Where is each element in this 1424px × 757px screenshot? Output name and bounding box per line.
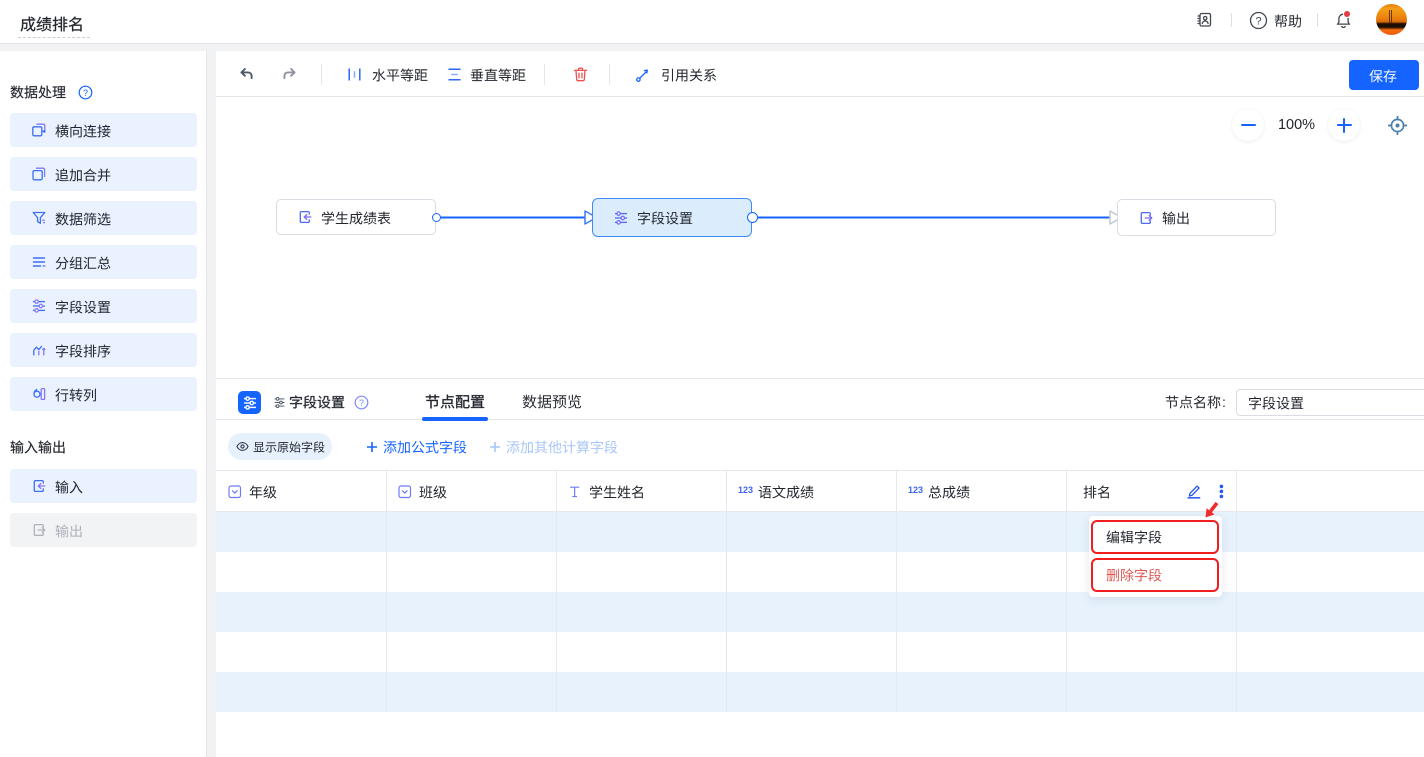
svg-text:?: ? [1255,15,1261,27]
svg-text:?: ? [359,397,364,407]
svg-text:?: ? [83,87,88,97]
